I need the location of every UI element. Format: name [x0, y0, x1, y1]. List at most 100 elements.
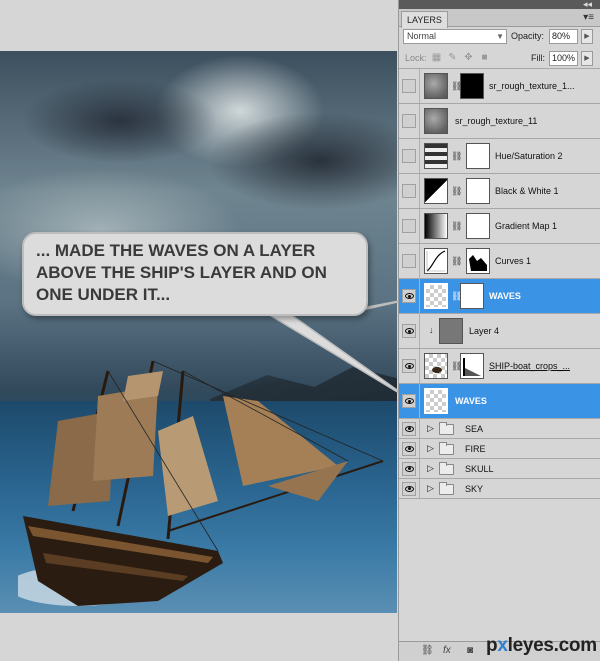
layer-thumbnail: [424, 108, 448, 134]
layers-list: ⛓ sr_rough_texture_1... sr_rough_texture…: [399, 69, 600, 499]
lock-row: Lock: ▦ ✎ ✥ ■ Fill: 100% ▶: [399, 47, 600, 69]
layer-row[interactable]: ⛓ SHIP-boat_crops_...: [399, 349, 600, 384]
chain-link-icon[interactable]: ⛓: [451, 221, 462, 232]
opacity-slider-button[interactable]: ▶: [581, 29, 593, 44]
fill-label: Fill:: [531, 53, 545, 63]
blend-mode-select[interactable]: Normal ▼: [403, 29, 507, 44]
expand-arrow-icon[interactable]: ▷: [427, 423, 434, 434]
canvas-area[interactable]: [0, 0, 398, 661]
layer-row-selected[interactable]: WAVES: [399, 384, 600, 419]
blend-mode-value: Normal: [407, 31, 437, 41]
group-row[interactable]: ▷ SKULL: [399, 459, 600, 479]
mask-thumbnail: [466, 178, 490, 204]
visibility-toggle[interactable]: [402, 461, 416, 476]
expand-arrow-icon[interactable]: ▷: [427, 443, 434, 454]
layer-name: SHIP-boat_crops_...: [489, 361, 571, 371]
visibility-toggle[interactable]: [402, 441, 416, 456]
layer-thumbnail: [424, 353, 448, 379]
lock-position-icon[interactable]: ✥: [463, 52, 474, 63]
layer-name: Curves 1: [495, 256, 532, 266]
callout-line-2: ABOVE THE SHIP'S LAYER AND ON: [36, 263, 327, 282]
mask-thumbnail: [466, 143, 490, 169]
visibility-toggle[interactable]: [402, 394, 416, 408]
black-white-icon: [424, 178, 448, 204]
group-name: SKULL: [465, 464, 494, 474]
eye-icon: [405, 425, 414, 432]
eye-icon: [405, 328, 414, 334]
visibility-toggle[interactable]: [402, 184, 416, 198]
panel-menu-icon[interactable]: ▾≡: [583, 12, 594, 23]
layers-panel: ◂◂ LAYERS ▾≡ Normal ▼ Opacity: 80% ▶ Loc…: [398, 0, 600, 661]
expand-arrow-icon[interactable]: ▷: [427, 463, 434, 474]
chevron-down-icon: ▼: [496, 32, 504, 41]
layer-name: sr_rough_texture_1...: [489, 81, 575, 91]
folder-icon: [439, 442, 454, 455]
layer-row[interactable]: ⛓ Hue/Saturation 2: [399, 139, 600, 174]
layer-row[interactable]: ↓ Layer 4: [399, 314, 600, 349]
visibility-toggle[interactable]: [402, 289, 416, 303]
folder-icon: [439, 482, 454, 495]
visibility-toggle[interactable]: [402, 219, 416, 233]
visibility-toggle[interactable]: [402, 481, 416, 496]
lock-all-icon[interactable]: ■: [479, 52, 490, 63]
visibility-toggle[interactable]: [402, 254, 416, 268]
eye-icon: [405, 465, 414, 472]
layer-name: WAVES: [455, 396, 487, 406]
layer-name: Black & White 1: [495, 186, 559, 196]
layer-row[interactable]: sr_rough_texture_11: [399, 104, 600, 139]
group-name: FIRE: [465, 444, 486, 454]
layer-row[interactable]: ⛓ Black & White 1: [399, 174, 600, 209]
layer-row[interactable]: ⛓ sr_rough_texture_1...: [399, 69, 600, 104]
eye-icon: [405, 363, 414, 369]
layer-row[interactable]: ⛓ Gradient Map 1: [399, 209, 600, 244]
visibility-toggle[interactable]: [402, 324, 416, 338]
expand-arrow-icon[interactable]: ▷: [427, 483, 434, 494]
eye-icon: [405, 485, 414, 492]
eye-icon: [405, 445, 414, 452]
mask-thumbnail: [466, 213, 490, 239]
chain-link-icon[interactable]: ⛓: [451, 151, 462, 162]
visibility-toggle[interactable]: [402, 79, 416, 93]
callout-line-1: ... MADE THE WAVES ON A LAYER: [36, 241, 316, 260]
visibility-toggle[interactable]: [402, 114, 416, 128]
tab-layers[interactable]: LAYERS: [401, 11, 448, 28]
layer-row-selected[interactable]: ⛓ WAVES: [399, 279, 600, 314]
fx-icon[interactable]: fx: [443, 645, 451, 656]
hue-saturation-icon: [424, 143, 448, 169]
mask-thumbnail: [460, 353, 484, 379]
ship-illustration: [18, 360, 384, 606]
lock-transparent-icon[interactable]: ▦: [431, 52, 442, 63]
gradient-map-icon: [424, 213, 448, 239]
visibility-toggle[interactable]: [402, 421, 416, 436]
curves-icon: [424, 248, 448, 274]
callout-line-3: ONE UNDER IT...: [36, 285, 171, 304]
panel-tab-row: LAYERS ▾≡: [399, 9, 600, 28]
group-row[interactable]: ▷ SKY: [399, 479, 600, 499]
folder-icon: [439, 462, 454, 475]
group-row[interactable]: ▷ SEA: [399, 419, 600, 439]
group-name: SKY: [465, 484, 484, 494]
opacity-input[interactable]: 80%: [549, 29, 578, 44]
eye-icon: [405, 293, 414, 299]
fill-input[interactable]: 100%: [549, 51, 578, 66]
folder-icon: [439, 422, 454, 435]
lock-image-icon[interactable]: ✎: [447, 52, 458, 63]
mask-thumbnail: [460, 73, 484, 99]
group-row[interactable]: ▷ FIRE: [399, 439, 600, 459]
layer-name: Hue/Saturation 2: [495, 151, 563, 161]
chain-link-icon[interactable]: ⛓: [451, 186, 462, 197]
callout-bubble: ... MADE THE WAVES ON A LAYER ABOVE THE …: [22, 232, 368, 316]
layer-thumbnail: [424, 388, 448, 414]
layer-name: Layer 4: [469, 326, 500, 336]
link-layers-icon[interactable]: ⛓: [421, 645, 434, 656]
chain-link-icon[interactable]: ⛓: [451, 256, 462, 267]
blend-row: Normal ▼ Opacity: 80% ▶: [399, 27, 600, 47]
watermark-logo: pxleyes.com: [486, 635, 597, 656]
visibility-toggle[interactable]: [402, 149, 416, 163]
layer-name: WAVES: [489, 291, 521, 301]
mask-icon[interactable]: ◙: [467, 645, 473, 656]
fill-slider-button[interactable]: ▶: [581, 51, 593, 66]
ship-photo: [0, 51, 397, 613]
layer-row[interactable]: ⛓ Curves 1: [399, 244, 600, 279]
visibility-toggle[interactable]: [402, 359, 416, 373]
